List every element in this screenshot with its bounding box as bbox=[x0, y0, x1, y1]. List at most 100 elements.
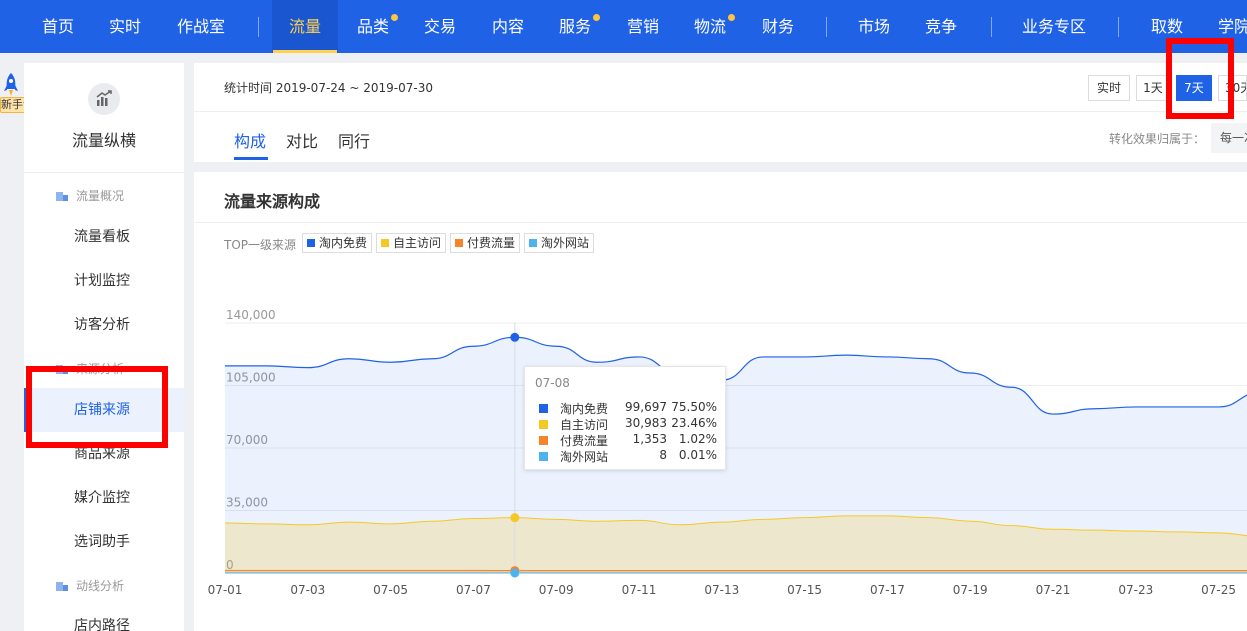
tooltip-name: 自主访问 bbox=[560, 418, 609, 432]
nav-item-realtime[interactable]: 实时 bbox=[109, 0, 141, 53]
x-tick-label: 07-09 bbox=[539, 583, 574, 597]
x-tick-label: 07-03 bbox=[290, 583, 325, 597]
legend-label: TOP一级来源 bbox=[224, 238, 297, 252]
sidebar-group-overview: 流量概况 bbox=[56, 187, 124, 204]
tooltip-name: 付费流量 bbox=[560, 434, 609, 448]
top-nav: 首页 实时 作战室 流量 品类 交易 内容 服务 营销 物流 财务 市场 竞争 … bbox=[0, 0, 1247, 53]
legend-item-label: 淘内免费 bbox=[319, 236, 368, 250]
hover-point-1 bbox=[510, 332, 520, 342]
nav-separator bbox=[1118, 17, 1119, 37]
chart-divider bbox=[194, 222, 1247, 223]
legend-item-label: 付费流量 bbox=[467, 236, 516, 250]
x-tick-label: 07-11 bbox=[622, 583, 657, 597]
nav-badge-dot bbox=[593, 14, 600, 21]
tooltip-value: 8 bbox=[659, 448, 667, 462]
legend-item-paid[interactable]: 付费流量 bbox=[450, 233, 521, 253]
tooltip-row: 付费流量 1,353 1.02% bbox=[539, 432, 723, 448]
sidebar-title: 流量纵横 bbox=[71, 131, 136, 150]
nav-badge-dot bbox=[391, 14, 398, 21]
chart-tooltip: 07-08 淘内免费 99,697 75.50% 自主访问 30,983 23.… bbox=[524, 366, 726, 470]
tooltip-name: 淘外网站 bbox=[560, 450, 609, 464]
stat-time: 统计时间 2019-07-24 ~ 2019-07-30 bbox=[224, 81, 433, 95]
x-tick-label: 07-19 bbox=[953, 583, 988, 597]
tooltip-swatch bbox=[539, 404, 548, 413]
nav-item-logistics[interactable]: 物流 bbox=[694, 0, 726, 53]
range-button-1d[interactable]: 1天 bbox=[1136, 75, 1170, 101]
sidebar-item-visitor-analysis[interactable]: 访客分析 bbox=[24, 303, 184, 347]
range-button-realtime[interactable]: 实时 bbox=[1088, 75, 1130, 101]
sidebar-group-label: 动线分析 bbox=[76, 579, 125, 593]
left-strip bbox=[0, 53, 24, 631]
nav-item-market[interactable]: 市场 bbox=[858, 0, 890, 53]
tooltip-date: 07-08 bbox=[535, 376, 570, 390]
x-tick-label: 07-25 bbox=[1201, 583, 1236, 597]
tooltip-swatch bbox=[539, 436, 548, 445]
tooltip-pct: 1.02% bbox=[678, 432, 717, 446]
legend-swatch bbox=[381, 239, 389, 247]
nav-item-service[interactable]: 服务 bbox=[559, 0, 591, 53]
tooltip-swatch bbox=[539, 420, 548, 429]
hover-point-4 bbox=[510, 568, 520, 578]
tooltip-pct: 23.46% bbox=[671, 416, 717, 430]
legend-swatch bbox=[529, 239, 537, 247]
legend-item-label: 自主访问 bbox=[393, 236, 442, 250]
highlight-box-shop-source bbox=[26, 366, 168, 448]
legend-item-external[interactable]: 淘外网站 bbox=[524, 233, 595, 253]
nav-item-category[interactable]: 品类 bbox=[357, 0, 389, 53]
tab-compare[interactable]: 对比 bbox=[286, 128, 318, 152]
traffic-logo-icon bbox=[88, 83, 120, 115]
rocket-icon[interactable] bbox=[2, 72, 20, 98]
tab-composition[interactable]: 构成 bbox=[234, 128, 266, 152]
tooltip-value: 1,353 bbox=[632, 432, 667, 446]
hover-point-2 bbox=[510, 513, 520, 523]
legend-item-free[interactable]: 淘内免费 bbox=[302, 233, 373, 253]
tab-peers[interactable]: 同行 bbox=[338, 128, 370, 152]
nav-item-business-zone[interactable]: 业务专区 bbox=[1022, 0, 1086, 53]
nav-item-marketing[interactable]: 营销 bbox=[627, 0, 659, 53]
x-tick-label: 07-21 bbox=[1036, 583, 1071, 597]
nav-separator bbox=[991, 17, 992, 37]
legend-swatch bbox=[307, 239, 315, 247]
chart-title: 流量来源构成 bbox=[224, 192, 321, 211]
header-divider bbox=[194, 111, 1247, 112]
nav-item-warroom[interactable]: 作战室 bbox=[177, 0, 225, 53]
sidebar-item-keyword-helper[interactable]: 选词助手 bbox=[24, 520, 184, 564]
sidebar: 流量纵横 流量概况 流量看板 计划监控 访客分析 来源分析 店铺来源 商品来源 … bbox=[24, 63, 184, 631]
highlight-box-7d bbox=[1166, 38, 1234, 119]
tooltip-row: 淘内免费 99,697 75.50% bbox=[539, 400, 723, 416]
sidebar-item-media-monitor[interactable]: 媒介监控 bbox=[24, 476, 184, 520]
nav-item-trade[interactable]: 交易 bbox=[424, 0, 456, 53]
legend-swatch bbox=[455, 239, 463, 247]
sidebar-group-path: 动线分析 bbox=[56, 577, 124, 594]
attribution-label: 转化效果归属于： bbox=[1109, 132, 1206, 146]
nav-separator bbox=[258, 17, 259, 37]
x-tick-label: 07-07 bbox=[456, 583, 491, 597]
legend-item-label: 淘外网站 bbox=[541, 236, 590, 250]
sidebar-group-label: 流量概况 bbox=[76, 189, 125, 203]
nav-item-home[interactable]: 首页 bbox=[42, 0, 74, 53]
x-tick-label: 07-15 bbox=[787, 583, 822, 597]
attribution-select[interactable]: 每一次 bbox=[1211, 123, 1247, 153]
nav-item-traffic[interactable]: 流量 bbox=[272, 0, 338, 53]
tooltip-value: 30,983 bbox=[625, 416, 667, 430]
nav-item-competition[interactable]: 竞争 bbox=[925, 0, 957, 53]
header-panel: 统计时间 2019-07-24 ~ 2019-07-30 实时 1天 7天 30… bbox=[194, 63, 1247, 162]
sidebar-divider bbox=[24, 172, 184, 173]
sidebar-item-store-path[interactable]: 店内路径 bbox=[24, 604, 184, 631]
x-tick-label: 07-05 bbox=[373, 583, 408, 597]
x-tick-label: 07-23 bbox=[1118, 583, 1153, 597]
tooltip-row: 淘外网站 8 0.01% bbox=[539, 448, 723, 464]
building-icon bbox=[56, 582, 68, 591]
tooltip-swatch bbox=[539, 452, 548, 461]
tooltip-pct: 75.50% bbox=[671, 400, 717, 414]
building-icon bbox=[56, 192, 68, 201]
tooltip-value: 99,697 bbox=[625, 400, 667, 414]
sidebar-item-plan-monitor[interactable]: 计划监控 bbox=[24, 259, 184, 303]
legend-item-direct[interactable]: 自主访问 bbox=[376, 233, 447, 253]
nav-item-finance[interactable]: 财务 bbox=[762, 0, 794, 53]
x-tick-label: 07-17 bbox=[870, 583, 905, 597]
tooltip-name: 淘内免费 bbox=[560, 402, 609, 416]
nav-item-content[interactable]: 内容 bbox=[492, 0, 524, 53]
sidebar-item-dashboard[interactable]: 流量看板 bbox=[24, 215, 184, 259]
tab-underline bbox=[234, 157, 268, 160]
